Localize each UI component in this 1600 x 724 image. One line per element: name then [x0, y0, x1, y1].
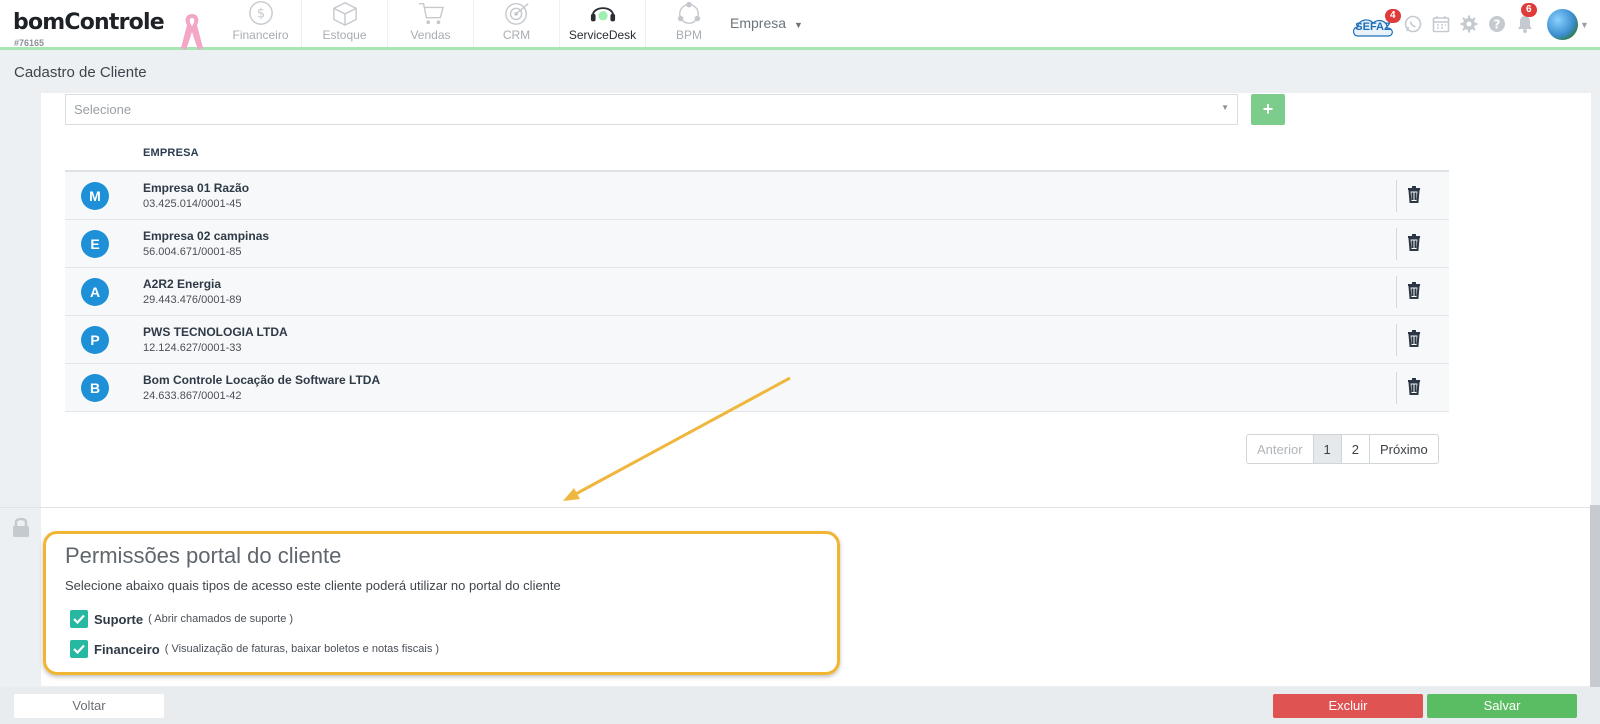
svg-text:?: ? — [1494, 18, 1501, 32]
top-navbar: bomControle #76165 $ Financeiro Estoque … — [0, 0, 1600, 50]
company-initial-avatar: P — [81, 326, 109, 354]
nav-label: BPM — [675, 28, 702, 42]
permissions-title: Permissões portal do cliente — [65, 543, 342, 568]
nav-label: Financeiro — [232, 28, 289, 42]
column-header-empresa: EMPRESA — [143, 147, 199, 159]
cart-icon — [418, 3, 444, 25]
company-name: A2R2 Energia — [143, 277, 222, 291]
pagination-page-2[interactable]: 2 — [1342, 435, 1370, 463]
company-name: Empresa 01 Razão — [143, 181, 250, 195]
help-icon[interactable]: ? — [1488, 15, 1506, 33]
table-row: E Empresa 02 campinas 56.004.671/0001-85 — [65, 220, 1449, 268]
company-initial-avatar: B — [81, 374, 109, 402]
permission-description: ( Abrir chamados de suporte ) — [148, 613, 294, 625]
row-separator — [1396, 228, 1397, 260]
page-title: Cadastro de Cliente — [14, 64, 147, 81]
app-logo[interactable]: bomControle — [13, 10, 165, 35]
permission-option-financeiro[interactable]: Financeiro ( Visualização de faturas, ba… — [70, 640, 439, 658]
pagination: Anterior 1 2 Próximo — [1246, 434, 1439, 464]
scrollbar-thumb[interactable] — [1590, 505, 1600, 687]
dollar-circle-icon: $ — [248, 1, 273, 25]
headset-icon — [590, 7, 615, 22]
company-select-placeholder: Selecione — [74, 102, 132, 117]
sefaz-badge: 4 — [1385, 9, 1401, 23]
back-button[interactable]: Voltar — [14, 694, 164, 718]
table-row: B Bom Controle Locação de Software LTDA … — [65, 364, 1449, 412]
table-row: A A2R2 Energia 29.443.476/0001-89 — [65, 268, 1449, 316]
network-icon — [677, 1, 701, 24]
permission-description: ( Visualização de faturas, baixar boleto… — [164, 643, 440, 655]
target-icon — [504, 3, 529, 25]
company-cnpj: 12.124.627/0001-33 — [143, 342, 242, 354]
table-row: P PWS TECNOLOGIA LTDA 12.124.627/0001-33 — [65, 316, 1449, 364]
user-avatar[interactable] — [1547, 9, 1578, 40]
trash-icon[interactable] — [1407, 330, 1421, 347]
nav-label: ServiceDesk — [568, 28, 637, 42]
company-select[interactable]: Selecione ▼ — [65, 94, 1238, 125]
table-row: M Empresa 01 Razão 03.425.014/0001-45 — [65, 172, 1449, 220]
trash-icon[interactable] — [1407, 186, 1421, 203]
delete-button[interactable]: Excluir — [1273, 694, 1423, 718]
save-button[interactable]: Salvar — [1427, 694, 1577, 718]
check-icon — [73, 614, 85, 624]
checkbox-checked[interactable] — [70, 640, 88, 658]
company-cnpj: 56.004.671/0001-85 — [143, 246, 242, 258]
nav-label: Estoque — [322, 28, 367, 42]
pagination-next[interactable]: Próximo — [1370, 435, 1438, 463]
company-dropdown[interactable]: Empresa ▼ — [730, 15, 803, 31]
nav-crm[interactable]: CRM — [474, 0, 560, 47]
nav-vendas[interactable]: Vendas — [388, 0, 474, 47]
checkbox-checked[interactable] — [70, 610, 88, 628]
trash-icon[interactable] — [1407, 378, 1421, 395]
sefaz-label: SEFAZ — [1355, 21, 1391, 33]
company-initial-avatar: A — [81, 278, 109, 306]
permission-option-suporte[interactable]: Suporte ( Abrir chamados de suporte ) — [70, 610, 293, 628]
box-icon — [332, 2, 357, 26]
nav-servicedesk[interactable]: ServiceDesk — [560, 0, 646, 47]
nav-estoque[interactable]: Estoque — [302, 0, 388, 47]
company-cnpj: 24.633.867/0001-42 — [143, 390, 242, 402]
company-cnpj: 03.425.014/0001-45 — [143, 198, 242, 210]
gear-icon[interactable] — [1460, 15, 1478, 33]
row-separator — [1396, 180, 1397, 212]
permission-label: Financeiro — [94, 641, 160, 657]
nav-bpm[interactable]: BPM — [646, 0, 732, 47]
caret-down-icon: ▼ — [794, 20, 803, 30]
calendar-icon[interactable] — [1432, 15, 1450, 33]
svg-text:$: $ — [256, 7, 264, 22]
company-initial-avatar: E — [81, 230, 109, 258]
row-separator — [1396, 276, 1397, 308]
trash-icon[interactable] — [1407, 282, 1421, 299]
trash-icon[interactable] — [1407, 234, 1421, 251]
company-name: Empresa 02 campinas — [143, 229, 270, 243]
pagination-page-1[interactable]: 1 — [1313, 435, 1342, 463]
company-cnpj: 29.443.476/0001-89 — [143, 294, 242, 306]
permissions-subtitle: Selecione abaixo quais tipos de acesso e… — [65, 578, 561, 593]
nav-label: Vendas — [410, 28, 451, 42]
company-name: Bom Controle Locação de Software LTDA — [143, 373, 381, 387]
pagination-prev[interactable]: Anterior — [1247, 435, 1314, 463]
caret-down-icon: ▼ — [1221, 103, 1229, 112]
row-separator — [1396, 372, 1397, 404]
account-code: #76165 — [14, 38, 45, 48]
nav-financeiro[interactable]: $ Financeiro — [220, 0, 302, 47]
company-dropdown-label: Empresa — [730, 15, 787, 31]
nav-label: CRM — [502, 28, 531, 42]
pink-ribbon-icon — [181, 14, 203, 50]
whatsapp-icon[interactable] — [1404, 15, 1422, 33]
company-initial-avatar: M — [81, 182, 109, 210]
bell-icon[interactable] — [1516, 15, 1534, 33]
notifications-badge: 6 — [1521, 3, 1537, 17]
add-company-button[interactable]: + — [1251, 94, 1285, 125]
permission-label: Suporte — [94, 611, 144, 627]
caret-down-icon[interactable]: ▼ — [1580, 20, 1589, 30]
company-name: PWS TECNOLOGIA LTDA — [143, 325, 288, 339]
check-icon — [73, 644, 85, 654]
lock-icon — [13, 517, 29, 537]
row-separator — [1396, 324, 1397, 356]
